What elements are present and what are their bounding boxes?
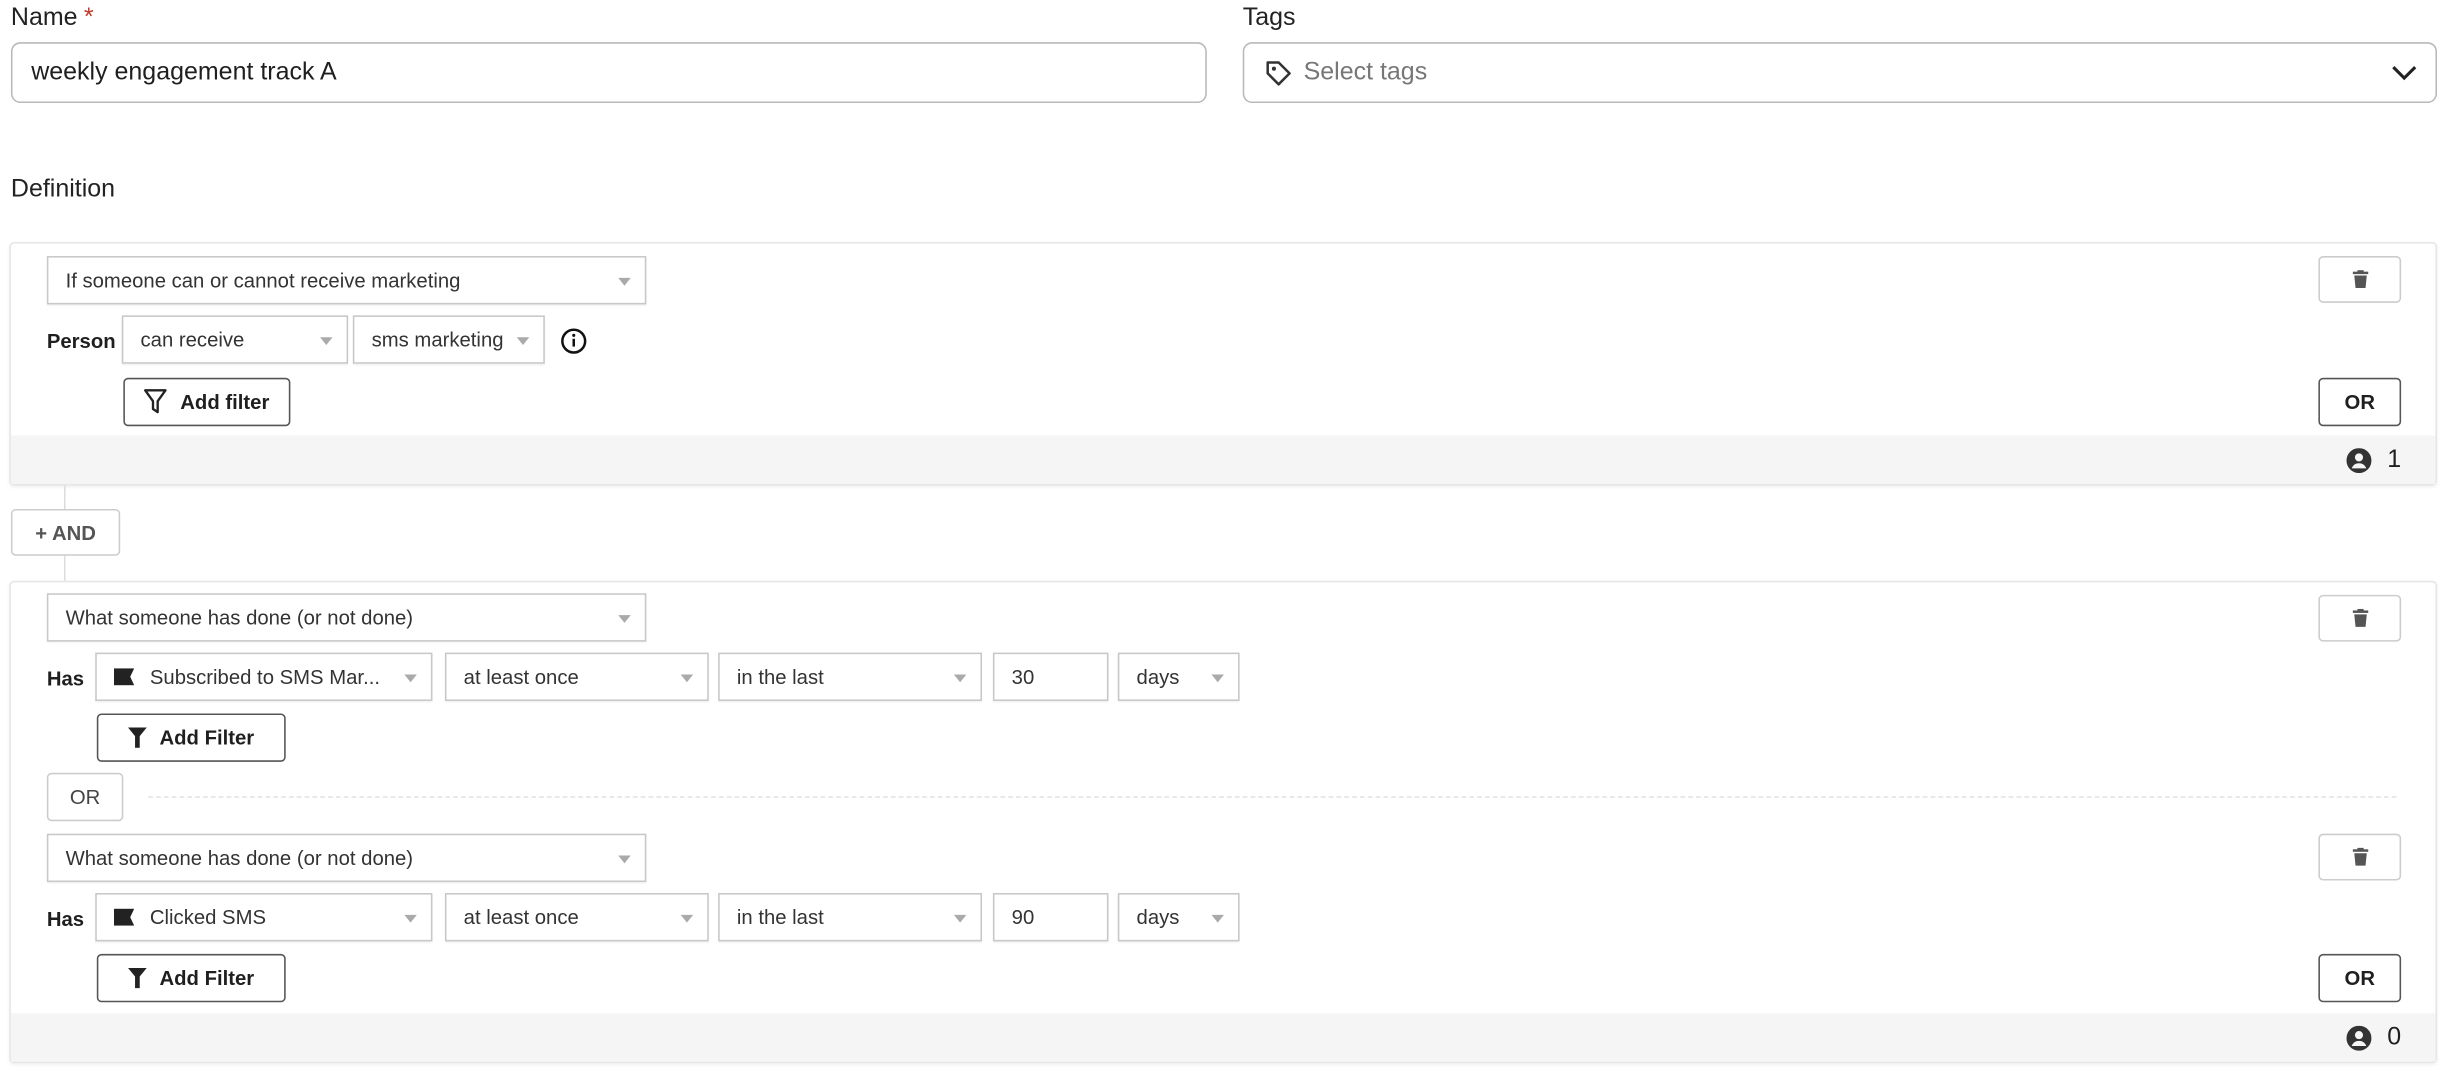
definition-heading: Definition bbox=[10, 176, 116, 203]
or-button[interactable]: OR bbox=[2318, 953, 2402, 1003]
amount-input[interactable]: 90 bbox=[992, 893, 1109, 942]
condition-group-1: If someone can or cannot receive marketi… bbox=[9, 241, 2438, 486]
timeframe-select[interactable]: in the last bbox=[718, 652, 982, 701]
or-divider bbox=[148, 796, 2397, 798]
channel-value: sms marketing bbox=[371, 327, 504, 352]
caret-down-icon bbox=[953, 914, 967, 923]
caret-down-icon bbox=[404, 914, 417, 923]
delete-condition-button[interactable] bbox=[2318, 256, 2402, 303]
person-label: Person bbox=[46, 329, 116, 353]
tags-label: Tags bbox=[1242, 4, 1296, 32]
chevron-down-icon bbox=[2392, 66, 2417, 81]
or-button[interactable]: OR bbox=[2318, 377, 2402, 427]
unit-value: days bbox=[1136, 665, 1180, 689]
trash-icon bbox=[2351, 608, 2368, 627]
caret-down-icon bbox=[618, 277, 631, 286]
add-filter-button[interactable]: Add filter bbox=[123, 377, 291, 427]
amount-value: 90 bbox=[1011, 905, 1035, 929]
condition-type-value: What someone has done (or not done) bbox=[65, 846, 414, 870]
caret-down-icon bbox=[953, 674, 967, 683]
channel-select[interactable]: sms marketing bbox=[352, 315, 545, 364]
add-filter-button[interactable]: Add Filter bbox=[96, 953, 286, 1003]
timeframe-select[interactable]: in the last bbox=[718, 893, 982, 942]
info-icon[interactable] bbox=[560, 328, 587, 355]
condition-type-value: If someone can or cannot receive marketi… bbox=[65, 268, 461, 292]
delete-condition-button[interactable] bbox=[2318, 833, 2402, 881]
name-input-value: weekly engagement track A bbox=[31, 58, 337, 86]
filter-icon bbox=[128, 967, 147, 989]
metric-select[interactable]: Clicked SMS bbox=[95, 893, 433, 942]
tags-select[interactable]: Select tags bbox=[1242, 42, 2438, 104]
caret-down-icon bbox=[680, 674, 694, 683]
timeframe-value: in the last bbox=[736, 665, 824, 689]
or-separator-label: OR bbox=[46, 772, 124, 822]
add-and-button[interactable]: + AND bbox=[10, 508, 121, 556]
condition-group-2: What someone has done (or not done) Has … bbox=[9, 580, 2438, 1064]
condition-type-select[interactable]: If someone can or cannot receive marketi… bbox=[46, 256, 647, 305]
add-filter-label: Add Filter bbox=[159, 725, 255, 750]
frequency-select[interactable]: at least once bbox=[444, 893, 709, 942]
trash-icon bbox=[2351, 270, 2368, 289]
unit-select[interactable]: days bbox=[1117, 652, 1240, 701]
frequency-value: at least once bbox=[463, 905, 579, 929]
caret-down-icon bbox=[618, 855, 631, 864]
profile-count: 0 bbox=[2387, 1023, 2402, 1050]
metric-select[interactable]: Subscribed to SMS Mar... bbox=[95, 652, 433, 701]
tag-icon bbox=[1266, 60, 1291, 85]
caret-down-icon bbox=[1211, 674, 1224, 683]
filter-icon bbox=[128, 727, 147, 748]
delete-condition-button[interactable] bbox=[2318, 594, 2402, 642]
metric-value: Clicked SMS bbox=[149, 905, 267, 929]
tags-placeholder: Select tags bbox=[1303, 58, 1428, 86]
trash-icon bbox=[2351, 847, 2368, 866]
filter-icon bbox=[144, 389, 168, 414]
profile-count: 1 bbox=[2387, 445, 2402, 473]
caret-down-icon bbox=[320, 337, 333, 346]
caret-down-icon bbox=[404, 674, 417, 683]
add-filter-label: Add Filter bbox=[159, 966, 255, 990]
unit-value: days bbox=[1136, 905, 1180, 929]
person-count-icon bbox=[2346, 447, 2372, 473]
group-footer: 1 bbox=[10, 435, 2436, 484]
name-input[interactable]: weekly engagement track A bbox=[10, 42, 1207, 104]
condition-type-select[interactable]: What someone has done (or not done) bbox=[46, 833, 647, 883]
caret-down-icon bbox=[1211, 914, 1224, 923]
name-label: Name * bbox=[11, 5, 94, 33]
status-select[interactable]: can receive bbox=[121, 315, 349, 364]
frequency-value: at least once bbox=[463, 665, 579, 689]
metric-value: Subscribed to SMS Mar... bbox=[149, 665, 381, 689]
condition-type-value: What someone has done (or not done) bbox=[65, 605, 414, 630]
has-label: Has bbox=[46, 907, 85, 931]
has-label: Has bbox=[46, 666, 85, 691]
add-filter-label: Add filter bbox=[180, 390, 270, 414]
condition-type-select[interactable]: What someone has done (or not done) bbox=[46, 593, 647, 642]
caret-down-icon bbox=[680, 914, 694, 923]
amount-input[interactable]: 30 bbox=[992, 652, 1109, 701]
status-value: can receive bbox=[140, 327, 245, 352]
amount-value: 30 bbox=[1011, 665, 1035, 689]
group-footer: 0 bbox=[10, 1013, 2436, 1062]
frequency-select[interactable]: at least once bbox=[444, 652, 709, 701]
required-mark: * bbox=[83, 4, 94, 32]
caret-down-icon bbox=[618, 615, 631, 623]
flag-icon bbox=[113, 668, 135, 686]
add-filter-button[interactable]: Add Filter bbox=[96, 713, 286, 762]
name-label-text: Name bbox=[10, 4, 78, 32]
caret-down-icon bbox=[516, 337, 530, 346]
person-count-icon bbox=[2346, 1024, 2372, 1050]
flag-icon bbox=[113, 908, 135, 926]
timeframe-value: in the last bbox=[736, 905, 824, 929]
unit-select[interactable]: days bbox=[1117, 893, 1240, 942]
